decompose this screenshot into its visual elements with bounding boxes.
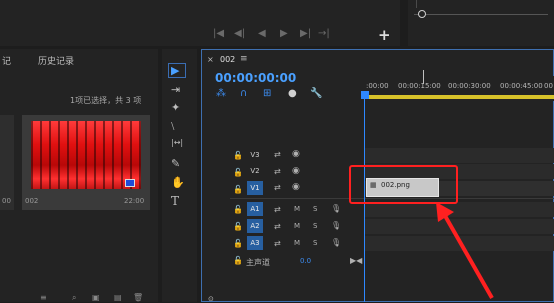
track-label-v2[interactable]: V2: [247, 164, 263, 178]
slip-tool-icon[interactable]: |↔|: [171, 138, 183, 147]
lock-icon[interactable]: 🔓: [233, 151, 243, 160]
eye-icon[interactable]: ◉: [292, 182, 300, 192]
program-monitor-controls: [0, 0, 400, 46]
solo-button[interactable]: S: [313, 205, 317, 213]
hand-tool-icon[interactable]: ✋: [171, 176, 185, 189]
lock-icon[interactable]: 🔓: [233, 205, 243, 214]
sync-lock-icon[interactable]: ⇄: [274, 150, 281, 159]
play-button[interactable]: ▶: [280, 28, 288, 39]
divider: [416, 0, 417, 8]
track-select-tool-icon[interactable]: ⇥: [171, 83, 180, 96]
highlight-box: [349, 165, 458, 204]
ripple-edit-tool-icon[interactable]: ✦: [171, 101, 180, 114]
go-to-end-button[interactable]: →|: [318, 28, 330, 39]
media-type-badge: [125, 179, 135, 187]
close-icon[interactable]: ×: [207, 55, 214, 64]
linked-selection-icon[interactable]: ⊞: [263, 88, 271, 99]
lock-icon[interactable]: 🔓: [233, 222, 243, 231]
ruler-tick: :00:00: [366, 82, 389, 90]
sync-lock-icon[interactable]: ⇄: [274, 167, 281, 176]
thumbnail-name: 002: [25, 197, 39, 205]
master-toggle-icon[interactable]: ▶◀: [350, 256, 362, 265]
step-back-button[interactable]: ◀: [258, 28, 266, 39]
ruler-tick: 00:00:30:00: [448, 82, 491, 90]
master-track-label: 主声道: [246, 258, 270, 267]
work-area-bar[interactable]: [365, 95, 554, 99]
ruler-tick: 00:00:45:00: [500, 82, 543, 90]
sync-lock-icon[interactable]: ⇄: [274, 205, 281, 214]
microphone-icon[interactable]: 🎙: [331, 221, 341, 230]
thumbnail-card-partial[interactable]: [0, 115, 14, 210]
solo-button[interactable]: S: [313, 222, 317, 230]
track-label-a3[interactable]: A3: [247, 236, 263, 250]
playhead-handle[interactable]: [361, 91, 369, 99]
tab-history[interactable]: 历史记录: [38, 54, 74, 67]
sync-lock-icon[interactable]: ⇄: [274, 222, 281, 231]
track-lane-v3[interactable]: [365, 148, 554, 163]
solo-button[interactable]: S: [313, 239, 317, 247]
slider-track: [414, 14, 548, 15]
audio-meter-panel: [408, 0, 554, 46]
type-tool-icon[interactable]: T: [171, 194, 179, 208]
slider-handle[interactable]: [418, 10, 426, 18]
track-label-v3[interactable]: V3: [247, 148, 263, 162]
track-label-v1[interactable]: V1: [247, 181, 263, 195]
ruler-tick: 00: [544, 82, 553, 90]
selection-status: 1项已选择，共 3 项: [70, 96, 142, 105]
sync-lock-icon[interactable]: ⇄: [274, 239, 281, 248]
go-to-in-button[interactable]: |◀: [213, 28, 224, 39]
pen-tool-icon[interactable]: ✎: [171, 157, 180, 170]
timecode-display[interactable]: 00:00:00:00: [215, 71, 296, 85]
master-volume-value[interactable]: 0.0: [300, 257, 311, 265]
razor-tool-icon[interactable]: ⧵: [171, 120, 174, 134]
thumbnail-duration: 22:00: [124, 197, 145, 205]
sync-lock-icon[interactable]: ⇄: [274, 183, 281, 192]
tab-project[interactable]: 记: [2, 54, 11, 67]
microphone-icon[interactable]: 🎙: [331, 204, 341, 213]
trash-icon[interactable]: 🗑: [133, 293, 143, 302]
go-to-out-button[interactable]: ◀|: [234, 28, 245, 39]
microphone-icon[interactable]: 🎙: [331, 238, 341, 247]
ruler-tick: 00:00:15:00: [398, 82, 441, 90]
mute-button[interactable]: M: [294, 239, 300, 247]
sequence-tab[interactable]: 002: [220, 55, 235, 64]
snap-icon[interactable]: ∩: [240, 88, 247, 99]
wrench-icon[interactable]: 🔧: [310, 88, 322, 99]
eye-icon[interactable]: ◉: [292, 166, 300, 176]
step-forward-button[interactable]: ▶|: [300, 28, 311, 39]
list-view-icon[interactable]: ≡: [40, 293, 47, 302]
nest-icon[interactable]: ⁂: [216, 88, 226, 99]
annotation-arrow-icon: [436, 202, 494, 299]
mute-button[interactable]: M: [294, 222, 300, 230]
lock-icon[interactable]: 🔓: [233, 256, 243, 265]
selection-tool-icon[interactable]: ▶: [171, 64, 179, 77]
marker-icon[interactable]: ●: [288, 88, 297, 99]
track-label-a2[interactable]: A2: [247, 219, 263, 233]
lock-icon[interactable]: 🔓: [233, 168, 243, 177]
add-button[interactable]: +: [378, 26, 391, 44]
menu-icon[interactable]: ≡: [240, 54, 248, 64]
track-label-a1[interactable]: A1: [247, 202, 263, 216]
new-bin-icon[interactable]: ▣: [92, 293, 100, 302]
lock-icon[interactable]: 🔓: [233, 239, 243, 248]
mute-button[interactable]: M: [294, 205, 300, 213]
lock-icon[interactable]: 🔓: [233, 185, 243, 194]
new-item-icon[interactable]: ▤: [114, 293, 122, 302]
eye-icon[interactable]: ◉: [292, 149, 300, 159]
thumbnail-label-partial: 00: [2, 197, 11, 205]
